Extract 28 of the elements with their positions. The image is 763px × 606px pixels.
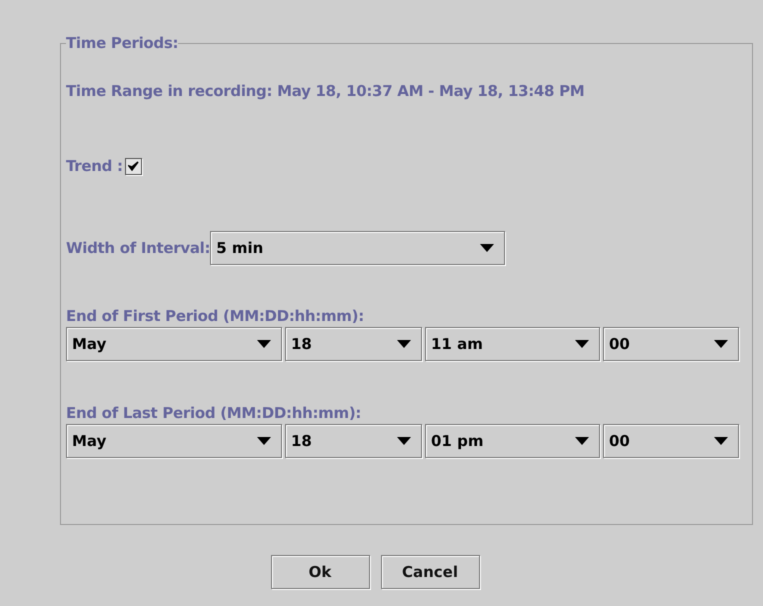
dropdown-arrow-icon bbox=[575, 437, 589, 445]
time-range-text: Time Range in recording: May 18, 10:37 AM - May 18, 13:48 PM bbox=[66, 82, 584, 100]
trend-checkbox[interactable] bbox=[124, 158, 142, 174]
dropdown-arrow-icon bbox=[257, 340, 271, 348]
interval-dropdown[interactable]: 5 min bbox=[210, 231, 506, 265]
group-title: Time Periods: bbox=[66, 34, 178, 52]
dialog-button[interactable]: Ok bbox=[270, 555, 370, 589]
checkmark-icon bbox=[128, 161, 139, 171]
period-dropdown[interactable]: May bbox=[66, 424, 282, 458]
period-dropdown[interactable]: 18 bbox=[285, 327, 422, 361]
period-dropdown[interactable]: May bbox=[66, 327, 282, 361]
dropdown-arrow-icon bbox=[714, 340, 728, 348]
period-dropdown[interactable]: 01 pm bbox=[425, 424, 600, 458]
dialog-button[interactable]: Cancel bbox=[380, 555, 480, 589]
interval-label: Width of Interval: bbox=[66, 239, 210, 257]
dropdown-arrow-icon bbox=[714, 437, 728, 445]
period-dropdown[interactable]: 18 bbox=[285, 424, 422, 458]
dropdown-arrow-icon bbox=[397, 340, 411, 348]
period-label: End of First Period (MM:DD:hh:mm): bbox=[66, 307, 364, 325]
dropdown-arrow-icon bbox=[397, 437, 411, 445]
period-dropdown[interactable]: 11 am bbox=[425, 327, 600, 361]
period-label: End of Last Period (MM:DD:hh:mm): bbox=[66, 404, 362, 422]
period-dropdown[interactable]: 00 bbox=[603, 327, 739, 361]
dropdown-arrow-icon bbox=[257, 437, 271, 445]
period-dropdown[interactable]: 00 bbox=[603, 424, 739, 458]
dropdown-arrow-icon bbox=[575, 340, 589, 348]
trend-label: Trend : bbox=[66, 157, 123, 175]
dropdown-arrow-icon bbox=[480, 244, 494, 252]
